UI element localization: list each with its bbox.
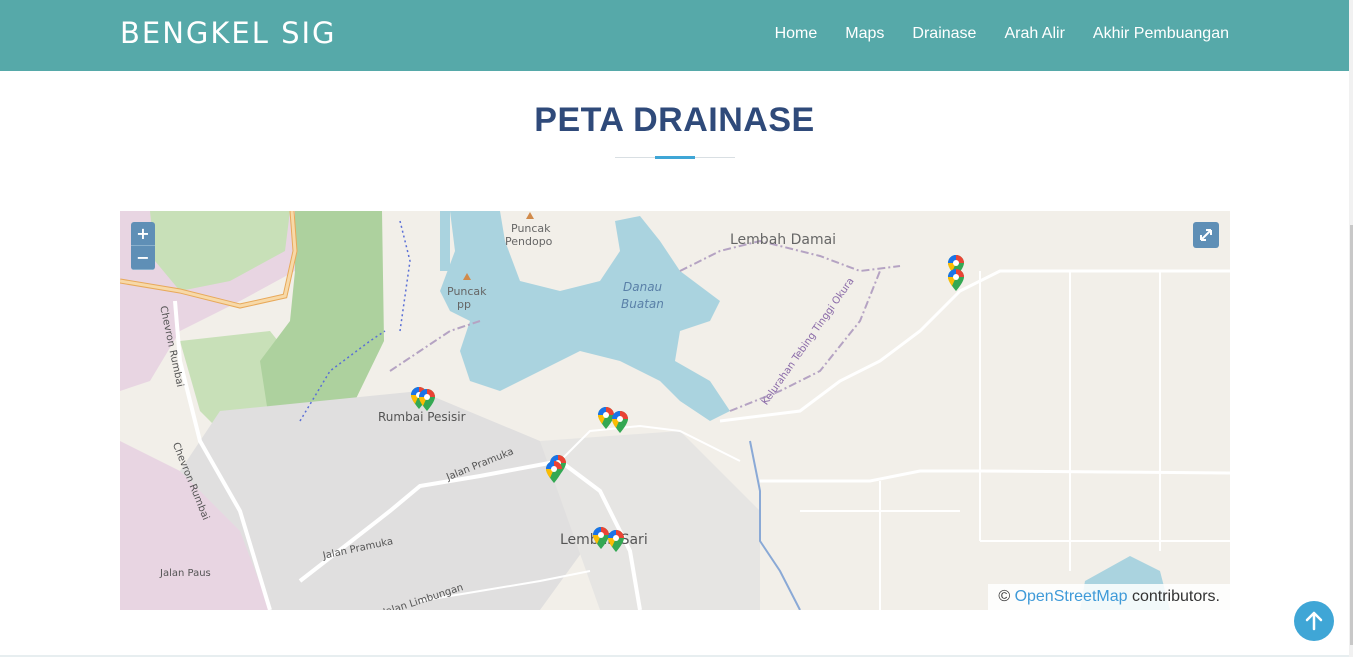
title-accent [655,156,695,159]
page-title: PETA DRAINASE [534,101,815,139]
nav-home[interactable]: Home [775,25,818,43]
google-maps-pin-icon[interactable] [593,527,609,549]
nav-menu: Home Maps Drainase Arah Alir Akhir Pembu… [775,25,1229,43]
google-maps-pin-icon[interactable] [948,269,964,291]
map-base-layer [120,211,1230,610]
map-label-lembah-damai: Lembah Damai [730,232,837,248]
map-label-pp: pp [457,298,471,311]
fullscreen-button[interactable] [1193,222,1219,248]
google-maps-pin-icon[interactable] [419,389,435,411]
attribution-prefix: © [998,588,1015,605]
back-to-top-button[interactable] [1294,601,1334,641]
nav-drainase[interactable]: Drainase [912,25,976,43]
zoom-in-button[interactable]: + [131,222,155,246]
google-maps-pin-icon[interactable] [612,411,628,433]
map-attribution: © OpenStreetMap contributors. [988,584,1230,610]
google-maps-pin-icon[interactable] [608,530,624,552]
nav-maps[interactable]: Maps [845,25,884,43]
map-label-puncak-pp: Puncak [447,285,487,298]
map-label-rumbai-pesisir: Rumbai Pesisir [378,410,466,424]
map-label-jalan-paus: Jalan Paus [160,568,211,579]
brand-logo[interactable]: BENGKEL SIG [120,16,337,50]
openstreetmap-link[interactable]: OpenStreetMap [1015,588,1128,605]
zoom-out-button[interactable]: − [131,246,155,270]
map-label-danau: Danau [623,280,663,294]
map-label-buatan: Buatan [621,297,664,311]
navbar: BENGKEL SIG Home Maps Drainase Arah Alir… [0,0,1349,71]
expand-icon [1200,229,1212,241]
nav-arah-alir[interactable]: Arah Alir [1004,25,1064,43]
nav-akhir-pembuangan[interactable]: Akhir Pembuangan [1093,25,1229,43]
map-label-pendopo: Pendopo [505,235,553,248]
arrow-up-icon [1305,611,1323,631]
map-label-puncak-pendopo: Puncak [511,222,551,235]
attribution-suffix: contributors. [1127,588,1220,605]
google-maps-pin-icon[interactable] [546,461,562,483]
zoom-control: + − [131,222,155,270]
drainage-map[interactable]: Lembah Damai Danau Buatan Puncak pp Punc… [120,211,1230,610]
